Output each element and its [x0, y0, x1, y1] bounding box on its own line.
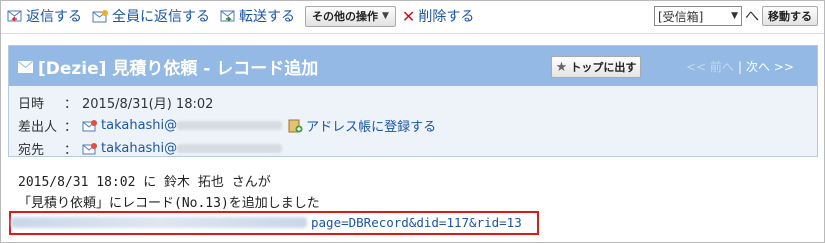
- prev-link: << 前へ: [686, 60, 734, 74]
- chevron-down-icon: ▼: [382, 11, 389, 21]
- reply-all-button[interactable]: 全員に返信する: [92, 6, 210, 26]
- message-title-bar: [Dezie] 見積り依頼 - レコード追加 ★ トップに出す << 前へ | …: [9, 46, 817, 86]
- from-row: 差出人 ： takahashi@ アドレス帳に登録する: [18, 116, 436, 135]
- message-header-panel: [Dezie] 見積り依頼 - レコード追加 ★ トップに出す << 前へ | …: [8, 45, 818, 158]
- from-colon: ：: [64, 120, 78, 135]
- move-to-top-button[interactable]: ★ トップに出す: [551, 56, 641, 78]
- delete-button[interactable]: ✕ 削除する: [402, 6, 474, 26]
- envelope-icon: [18, 60, 33, 73]
- from-label: 差出人: [18, 120, 58, 135]
- forward-icon: [220, 10, 235, 22]
- reply-all-label: 全員に返信する: [112, 9, 210, 25]
- reply-label: 返信する: [26, 9, 82, 25]
- chevron-down-icon: ▼: [731, 11, 738, 21]
- reply-all-icon: [92, 9, 108, 22]
- record-url[interactable]: page=DBRecord&did=117&rid=13: [11, 215, 522, 230]
- redacted-url-prefix: [11, 217, 307, 228]
- to-label: 宛先: [18, 143, 45, 158]
- from-user-link[interactable]: takahashi@: [101, 118, 177, 133]
- forward-label: 転送する: [239, 9, 295, 25]
- subject-text: [Dezie] 見積り依頼 - レコード追加: [38, 59, 319, 79]
- forward-button[interactable]: 転送する: [220, 6, 295, 26]
- delete-label: 削除する: [418, 9, 475, 25]
- body-line-2: 「見積り依頼」にレコード(No.13)を追加しました: [18, 196, 320, 211]
- pager-separator: |: [737, 59, 742, 74]
- toolbar-divider: [1, 33, 824, 34]
- move-to-top-label: トップに出す: [570, 61, 637, 74]
- to-colon: ：: [64, 143, 78, 158]
- add-to-address-book-link[interactable]: アドレス帳に登録する: [306, 116, 436, 135]
- delete-icon: ✕: [401, 6, 416, 26]
- message-pager: << 前へ | 次へ >>: [686, 58, 794, 75]
- reply-button[interactable]: 返信する: [7, 6, 82, 26]
- to-label: へ: [745, 9, 759, 25]
- date-colon: ：: [64, 97, 78, 112]
- date-label: 日時: [18, 97, 45, 112]
- other-operations-menu[interactable]: その他の操作 ▼: [305, 5, 396, 27]
- to-user-link[interactable]: takahashi@: [101, 141, 177, 156]
- user-mail-icon: [82, 142, 97, 154]
- record-url-link[interactable]: page=DBRecord&did=117&rid=13: [311, 215, 522, 230]
- move-controls: [受信箱] ▼ へ 移動する: [654, 6, 818, 26]
- folder-select[interactable]: [受信箱] ▼: [654, 6, 742, 26]
- star-icon: ★: [555, 59, 568, 75]
- message-subject: [Dezie] 見積り依頼 - レコード追加: [18, 54, 318, 79]
- to-row: 宛先 ： takahashi@: [18, 139, 283, 158]
- user-mail-icon: [82, 119, 97, 131]
- redacted-domain: [177, 144, 283, 153]
- redacted-domain: [177, 121, 283, 130]
- body-line-1: 2015/8/31 18:02 に 鈴木 拓也 さんが: [18, 175, 271, 190]
- address-book-icon: [288, 119, 303, 132]
- next-link[interactable]: 次へ >>: [746, 58, 794, 75]
- date-row: 日時 ： 2015/8/31(月) 18:02: [18, 93, 213, 112]
- move-button[interactable]: 移動する: [762, 6, 818, 26]
- message-meta: 日時 ： 2015/8/31(月) 18:02 差出人 ： takahashi@: [9, 86, 817, 158]
- toolbar: 返信する 全員に返信する 転送する その他の操作 ▼ ✕ 削除する [受信箱] …: [7, 5, 818, 27]
- mail-view: 返信する 全員に返信する 転送する その他の操作 ▼ ✕ 削除する [受信箱] …: [0, 0, 825, 243]
- other-operations-label: その他の操作: [312, 10, 378, 23]
- reply-icon: [7, 10, 22, 22]
- date-value: 2015/8/31(月) 18:02: [82, 97, 214, 112]
- folder-select-value: [受信箱]: [658, 9, 704, 24]
